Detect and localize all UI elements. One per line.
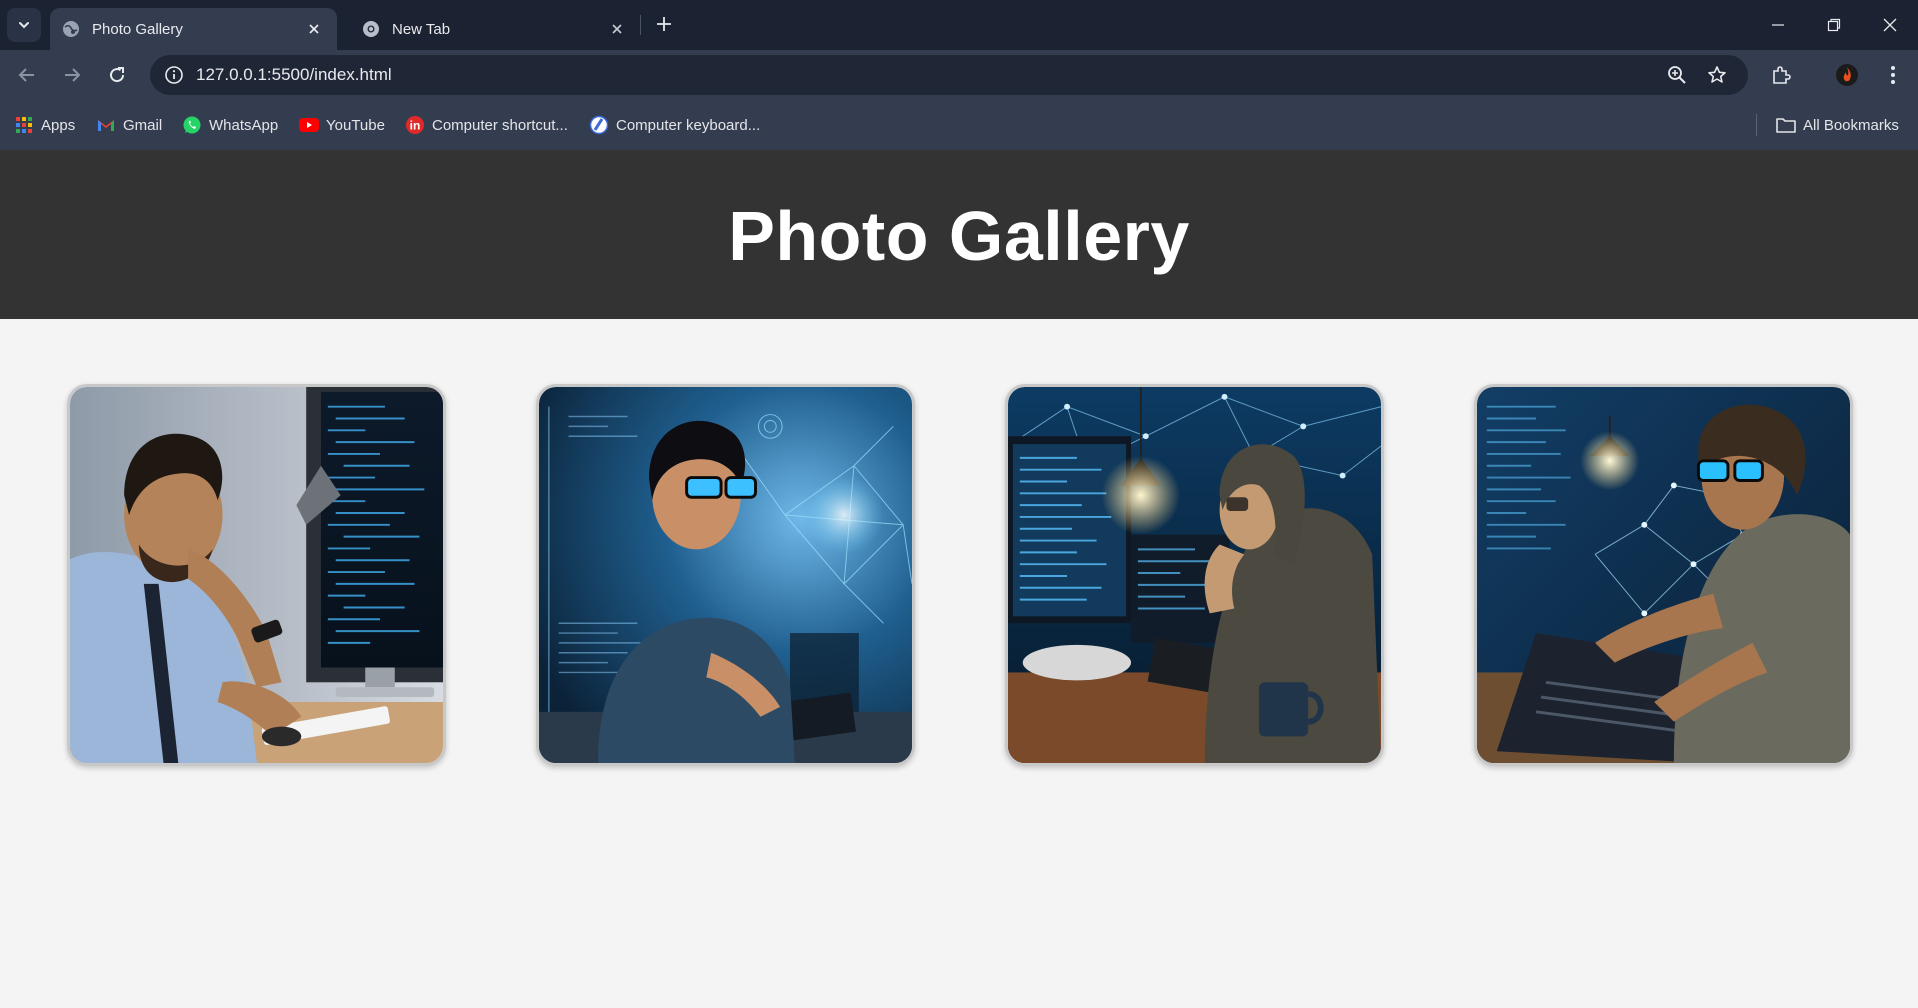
all-bookmarks-label: All Bookmarks	[1803, 116, 1899, 134]
url-text: 127.0.0.1:5500/index.html	[196, 65, 392, 84]
folder-icon	[1776, 115, 1796, 135]
extensions-button[interactable]	[1764, 58, 1798, 92]
menu-button[interactable]	[1876, 58, 1910, 92]
close-tab-icon[interactable]	[606, 18, 628, 40]
restore-button[interactable]	[1806, 0, 1862, 50]
tab-title: New Tab	[392, 20, 451, 38]
bookmark-label: Computer keyboard...	[616, 116, 761, 134]
gallery-image-4[interactable]	[1474, 384, 1853, 766]
back-button[interactable]	[10, 58, 44, 92]
tab-search-button[interactable]	[7, 8, 41, 42]
bookmark-label: YouTube	[326, 116, 385, 134]
reload-icon	[110, 67, 125, 83]
globe-icon	[62, 20, 80, 38]
arrow-left-icon	[18, 68, 34, 82]
bookmark-gmail[interactable]: Gmail	[96, 113, 162, 137]
star-icon	[1708, 66, 1726, 83]
close-window-button[interactable]	[1862, 0, 1918, 50]
photo-coder-hoodie	[1008, 387, 1381, 763]
chevron-down-icon	[19, 22, 29, 29]
close-tab-icon[interactable]	[303, 18, 325, 40]
all-bookmarks-button[interactable]: All Bookmarks	[1776, 113, 1899, 137]
puzzle-icon	[1773, 66, 1791, 84]
photo-coder-hologram	[539, 387, 912, 763]
bookmark-computer-keyboard[interactable]: Computer keyboard...	[589, 113, 760, 137]
plus-icon	[657, 17, 671, 31]
minimize-icon	[1772, 24, 1784, 26]
profile-avatar-icon	[1836, 64, 1858, 86]
photo-coder-laptop	[1477, 387, 1850, 763]
reload-button[interactable]	[100, 58, 134, 92]
new-tab-button[interactable]	[650, 10, 678, 38]
zoom-icon	[1668, 66, 1686, 84]
photo-coder-thinking	[70, 387, 443, 763]
gallery-image-1[interactable]	[67, 384, 446, 766]
bookmark-label: WhatsApp	[209, 116, 279, 134]
page-header: Photo Gallery	[0, 150, 1918, 319]
site-icon: in	[405, 115, 425, 135]
address-bar[interactable]: 127.0.0.1:5500/index.html	[150, 55, 1748, 95]
apps-grid-icon	[14, 115, 34, 135]
site-icon	[589, 115, 609, 135]
tab-photo-gallery[interactable]: Photo Gallery	[50, 8, 337, 50]
close-icon	[1883, 18, 1897, 32]
bookmark-label: Gmail	[123, 116, 163, 134]
zoom-button[interactable]	[1660, 58, 1694, 92]
bookmark-whatsapp[interactable]: WhatsApp	[182, 113, 278, 137]
chrome-icon	[362, 20, 380, 38]
site-info-icon[interactable]	[154, 55, 194, 95]
restore-icon	[1827, 18, 1841, 32]
tab-strip: Photo Gallery New Tab	[0, 0, 1918, 50]
bookmark-computer-shortcut[interactable]: in Computer shortcut...	[405, 113, 568, 137]
bookmark-star-button[interactable]	[1700, 58, 1734, 92]
tab-divider	[640, 15, 641, 35]
page-title: Photo Gallery	[728, 196, 1190, 275]
forward-button[interactable]	[55, 58, 89, 92]
gmail-icon	[96, 115, 116, 135]
whatsapp-icon	[182, 115, 202, 135]
browser-toolbar: 127.0.0.1:5500/index.html	[0, 50, 1918, 100]
profile-button[interactable]	[1830, 58, 1864, 92]
gallery-image-3[interactable]	[1005, 384, 1384, 766]
bookmarks-bar: Apps Gmail WhatsApp YouTube in Computer …	[0, 100, 1918, 150]
minimize-button[interactable]	[1750, 0, 1806, 50]
youtube-icon	[299, 115, 319, 135]
gallery-image-2[interactable]	[536, 384, 915, 766]
svg-text:in: in	[410, 119, 421, 133]
bookmark-apps[interactable]: Apps	[14, 113, 75, 137]
bookmark-youtube[interactable]: YouTube	[299, 113, 385, 137]
bookmarks-divider	[1756, 114, 1757, 136]
tab-new-tab[interactable]: New Tab	[350, 8, 640, 50]
bookmark-label: Computer shortcut...	[432, 116, 568, 134]
tab-title: Photo Gallery	[92, 20, 183, 38]
bookmark-label: Apps	[41, 116, 76, 134]
arrow-right-icon	[65, 68, 81, 82]
kebab-menu-icon	[1891, 66, 1895, 84]
